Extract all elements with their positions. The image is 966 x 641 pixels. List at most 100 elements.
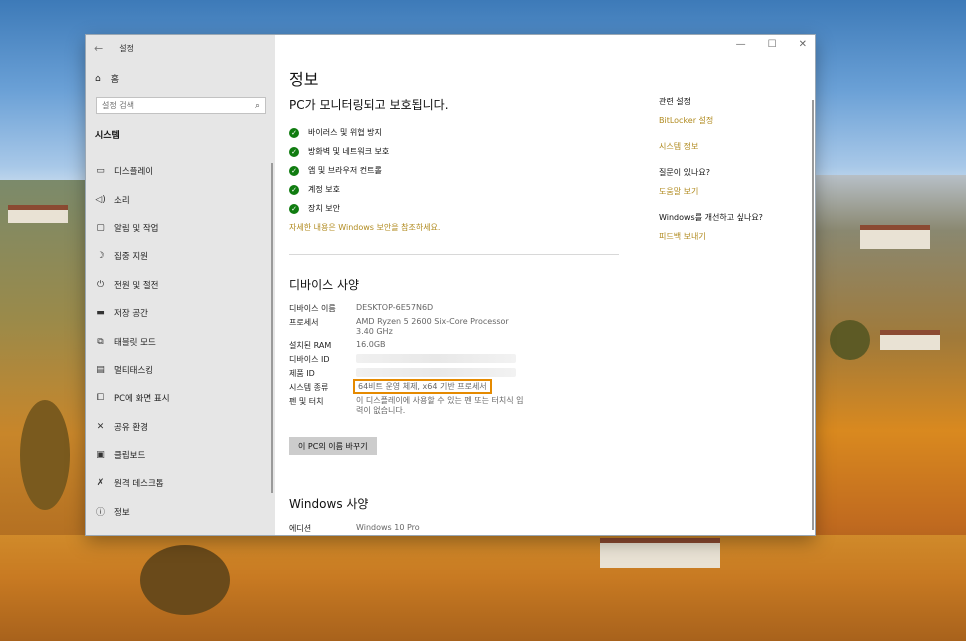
sidebar-item-label: 전원 및 절전 [114,280,159,291]
spec-value-redacted [356,368,526,379]
sidebar-item-display[interactable]: ▭ 디스플레이 [86,157,275,185]
spec-key: 프로세서 [289,318,319,327]
sidebar-item-about[interactable]: ⓘ 정보 [86,498,275,526]
check-circle-icon: ✓ [289,165,299,176]
sidebar-item-remote-desktop[interactable]: ✗ 원격 데스크톱 [86,469,275,497]
minimize-button[interactable]: — [736,39,746,50]
send-feedback-link[interactable]: 피드백 보내기 [659,231,809,242]
spec-value: 16.0GB [356,340,386,349]
notification-icon: ▢ [96,222,105,233]
app-title: 설정 [119,43,134,53]
sidebar-item-label: 소리 [114,195,130,206]
bitlocker-settings-link[interactable]: BitLocker 설정 [659,115,809,126]
sidebar-item-sound[interactable]: ◁) 소리 [86,185,275,213]
background-house [860,225,930,249]
table-row: 설치된 RAM 16.0GB [289,340,526,351]
system-type-highlight: 64비트 운영 체제, x64 기반 프로세서 [353,379,492,394]
home-icon: ⌂ [95,73,101,84]
improve-windows-title: Windows를 개선하고 싶나요? [659,213,763,222]
windows-specs-heading: Windows 사양 [289,497,369,511]
sidebar-item-tablet-mode[interactable]: ⧉ 태블릿 모드 [86,327,275,355]
page-title: 정보 [289,70,319,89]
spec-key: 제품 ID [289,369,315,378]
system-info-link[interactable]: 시스템 정보 [659,141,809,152]
question-title: 질문이 있나요? [659,168,710,177]
protection-item-label: 바이러스 및 위협 방지 [308,128,382,137]
sidebar-item-label: 태블릿 모드 [114,337,156,348]
windows-security-link[interactable]: 자세한 내용은 Windows 보안을 참조하세요. [289,222,440,233]
titlebar-left: ← 설정 [94,39,134,57]
table-row: 제품 ID [289,368,526,379]
check-circle-icon: ✓ [289,184,299,195]
list-item: ✓ 방화벽 및 네트워크 보호 [289,142,389,161]
spec-key: 디바이스 이름 [289,304,336,313]
sidebar-item-focus-assist[interactable]: ☽ 집중 지원 [86,242,275,270]
sidebar-scrollbar[interactable] [271,163,273,493]
sidebar-item-label: 공유 환경 [114,422,148,433]
search-box[interactable]: ⌕ [96,97,266,114]
spec-value: AMD Ryzen 5 2600 Six-Core Processor 3.40… [356,317,526,337]
sidebar-item-notifications[interactable]: ▢ 알림 및 작업 [86,214,275,242]
sidebar-item-label: 정보 [114,507,130,518]
sidebar: ← 설정 ⌂ 홈 ⌕ 시스템 ▭ 디스플레이 ◁) 소리 ▢ 알림 및 작업 [86,35,275,535]
remote-desktop-icon: ✗ [96,478,105,489]
spec-key: 디바이스 ID [289,355,330,364]
sidebar-item-storage[interactable]: ▬ 저장 공간 [86,299,275,327]
background-house [600,538,720,568]
help-block: 질문이 있나요? 도움말 보기 [659,167,809,197]
background-house [880,330,940,350]
back-arrow-icon[interactable]: ← [94,42,103,55]
device-specs-table: 디바이스 이름 DESKTOP-6E57N6D 프로세서 AMD Ryzen 5… [289,303,526,419]
rename-pc-button[interactable]: 이 PC의 이름 바꾸기 [289,437,377,455]
spec-value: 64비트 운영 체제, x64 기반 프로세서 [353,379,526,394]
sidebar-section-title: 시스템 [95,131,120,141]
protection-list: ✓ 바이러스 및 위협 방지 ✓ 방화벽 및 네트워크 보호 ✓ 앱 및 브라우… [289,123,389,218]
power-icon: ⏻ [96,279,105,290]
sidebar-item-clipboard[interactable]: ▣ 클립보드 [86,441,275,469]
sidebar-item-projecting[interactable]: ⧠ PC에 화면 표시 [86,384,275,412]
list-item: ✓ 장치 보안 [289,199,389,218]
sidebar-item-label: 클립보드 [114,451,146,462]
list-item: ✓ 바이러스 및 위협 방지 [289,123,389,142]
background-tree [20,400,70,510]
feedback-block: Windows를 개선하고 싶나요? 피드백 보내기 [659,212,809,242]
info-icon: ⓘ [95,508,105,519]
share-icon: ✕ [96,421,105,432]
sidebar-item-power[interactable]: ⏻ 전원 및 절전 [86,271,275,299]
related-settings-title: 관련 설정 [659,97,691,106]
search-icon[interactable]: ⌕ [255,101,260,111]
main-scrollbar[interactable] [812,100,814,530]
device-specs-heading: 디바이스 사양 [289,278,360,292]
background-tree [140,545,230,615]
sidebar-item-multitasking[interactable]: ▤ 멀티태스킹 [86,356,275,384]
close-button[interactable]: ✕ [799,39,807,50]
spec-key: 설치된 RAM [289,341,332,350]
spec-key: 에디션 [289,524,312,533]
focus-moon-icon: ☽ [96,251,105,262]
sidebar-item-home[interactable]: ⌂ 홈 [95,72,119,86]
get-help-link[interactable]: 도움말 보기 [659,186,809,197]
table-row: 프로세서 AMD Ryzen 5 2600 Six-Core Processor… [289,317,526,337]
spec-value: 이 디스플레이에 사용할 수 있는 펜 또는 터치식 입력이 없습니다. [356,396,524,415]
list-item: ✓ 계정 보호 [289,180,389,199]
protection-item-label: 방화벽 및 네트워크 보호 [308,147,390,156]
sidebar-item-label: 집중 지원 [114,252,148,263]
sidebar-item-label: 저장 공간 [114,309,148,320]
divider [289,254,619,255]
display-icon: ▭ [96,166,105,177]
maximize-button[interactable]: ☐ [768,39,777,50]
protection-item-label: 계정 보호 [308,185,340,194]
tablet-icon: ⧉ [97,336,104,347]
clipboard-icon: ▣ [96,450,105,461]
sidebar-item-label: 알림 및 작업 [114,223,159,234]
related-settings-panel: 관련 설정 BitLocker 설정 시스템 정보 질문이 있나요? 도움말 보… [659,96,809,257]
window-controls: — ☐ ✕ [736,39,807,50]
table-row: 디바이스 이름 DESKTOP-6E57N6D [289,303,526,314]
protection-item-label: 장치 보안 [308,204,340,213]
project-icon: ⧠ [96,393,105,404]
search-input[interactable] [102,101,242,110]
list-item: ✓ 앱 및 브라우저 컨트롤 [289,161,389,180]
redacted-blur [356,368,516,377]
protection-heading: PC가 모니터링되고 보호됩니다. [289,98,449,112]
sidebar-item-shared-experiences[interactable]: ✕ 공유 환경 [86,413,275,441]
